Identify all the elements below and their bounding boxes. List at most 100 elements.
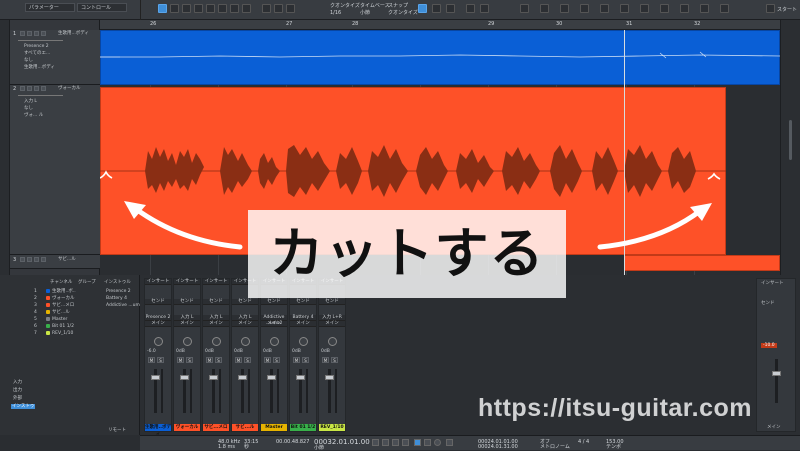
view-inspector-icon[interactable] <box>480 4 489 13</box>
mute-tool-icon[interactable] <box>218 4 227 13</box>
strip-output[interactable]: メイン <box>261 321 287 327</box>
strip-mute[interactable]: M <box>177 357 184 363</box>
chords-icon[interactable] <box>620 4 629 13</box>
strip-sends[interactable]: センド <box>203 299 229 305</box>
strip-fader-knob[interactable] <box>238 375 247 380</box>
mixer-strip[interactable]: インサートセンドAddictive ...ums2メイン0dBMSMaster <box>260 278 288 432</box>
markers-icon[interactable] <box>600 4 609 13</box>
strip-sends[interactable]: センド <box>145 299 171 305</box>
cloud-icon[interactable] <box>700 4 709 13</box>
channel-item[interactable]: サビ...ル <box>52 310 70 315</box>
start-page-icon[interactable] <box>766 4 775 13</box>
bend-tool-icon[interactable] <box>230 4 239 13</box>
strip-solo[interactable]: S <box>186 357 193 363</box>
track-header-2[interactable]: 2 ヴォーカル 入力 L なし ヴォ... ル <box>10 85 100 255</box>
side-instruments[interactable]: インストゥ <box>11 404 36 409</box>
record-button[interactable] <box>34 86 39 91</box>
strip-output[interactable]: メイン <box>174 321 200 327</box>
snap-toggle-icon[interactable] <box>418 4 427 13</box>
volume-slider[interactable] <box>18 40 63 41</box>
edit-c-icon[interactable] <box>286 4 295 13</box>
strip-solo[interactable]: S <box>244 357 251 363</box>
view-list-icon[interactable] <box>466 4 475 13</box>
solo-button[interactable] <box>27 257 32 262</box>
fastforward-button[interactable] <box>402 439 409 446</box>
stop-button[interactable] <box>414 439 421 446</box>
channel-item[interactable]: Master <box>52 317 67 322</box>
play-button[interactable] <box>424 439 431 446</box>
side-output[interactable]: 出力 <box>13 388 22 393</box>
strip-mute[interactable]: M <box>264 357 271 363</box>
monitor-button[interactable] <box>41 257 46 262</box>
listen-tool-icon[interactable] <box>242 4 251 13</box>
record-button[interactable] <box>34 257 39 262</box>
range-tool-icon[interactable] <box>170 4 179 13</box>
strip-inserts[interactable]: インサート <box>174 279 200 285</box>
mixer-strip[interactable]: インサートセンドPresence 2メイン-6.0MS生歌用..ボディ <box>144 278 172 437</box>
time-signature[interactable]: 4 / 4 <box>578 440 589 445</box>
strip-fader-knob[interactable] <box>151 375 160 380</box>
video-icon[interactable] <box>640 4 649 13</box>
back-button[interactable] <box>382 439 389 446</box>
strip-name[interactable]: REV_1/10 <box>319 424 345 431</box>
mute-button[interactable] <box>20 31 25 36</box>
strip-output[interactable]: メイン <box>290 321 316 327</box>
strip-solo[interactable]: S <box>302 357 309 363</box>
strip-mute[interactable]: M <box>206 357 213 363</box>
track-input[interactable]: すべてのエ... <box>24 51 50 56</box>
strip-fader-knob[interactable] <box>296 375 305 380</box>
pan-knob[interactable] <box>270 337 279 346</box>
track-name[interactable]: 生歌用...ボディ <box>58 31 89 36</box>
strip-output[interactable]: メイン <box>232 321 258 327</box>
solo-button[interactable] <box>27 31 32 36</box>
strip-mute[interactable]: M <box>322 357 329 363</box>
strip-inserts[interactable]: インサート <box>203 279 229 285</box>
vertical-scrollbar[interactable] <box>780 20 800 275</box>
scroll-icon[interactable] <box>540 4 549 13</box>
strip-sends[interactable]: センド <box>174 299 200 305</box>
side-external[interactable]: 外部 <box>13 396 22 401</box>
pan-knob[interactable] <box>212 337 221 346</box>
strip-sends[interactable]: センド <box>261 299 287 305</box>
pan-knob[interactable] <box>299 337 308 346</box>
strip-fader-knob[interactable] <box>325 375 334 380</box>
strip-solo[interactable]: S <box>157 357 164 363</box>
monitor-button[interactable] <box>41 31 46 36</box>
channel-item[interactable]: Bit 01 1/2 <box>52 324 74 329</box>
zoom-icon[interactable] <box>520 4 529 13</box>
strip-solo[interactable]: S <box>273 357 280 363</box>
strip-mute[interactable]: M <box>235 357 242 363</box>
quantize-value[interactable]: 1/16 <box>330 10 341 16</box>
remote-button[interactable]: リモート <box>108 428 126 433</box>
strip-fader-knob[interactable] <box>209 375 218 380</box>
mixer-strip[interactable]: インサート センド 入力 L メイン 0dB M S サビ...メロ <box>202 278 230 432</box>
track-output[interactable]: なし <box>24 58 33 63</box>
strip-sends[interactable]: センド <box>290 299 316 305</box>
split-tool-icon[interactable] <box>182 4 191 13</box>
mute-button[interactable] <box>20 86 25 91</box>
track-channel[interactable]: ヴォ... ル <box>24 113 43 118</box>
track-instrument[interactable]: Presence 2 <box>24 44 49 49</box>
edit-a-icon[interactable] <box>262 4 271 13</box>
timebase-value[interactable]: 小節 <box>360 10 370 16</box>
track-name[interactable]: サビ...ル <box>58 257 76 262</box>
track-input[interactable]: 入力 L <box>24 99 37 104</box>
instrument-item[interactable]: Presence 2 <box>106 289 131 294</box>
strip-sends[interactable]: センド <box>319 299 345 305</box>
record-button[interactable] <box>34 31 39 36</box>
volume-slider[interactable] <box>18 95 63 96</box>
strip-fader-knob[interactable] <box>180 375 189 380</box>
strip-output[interactable]: メイン <box>203 321 229 327</box>
strip-mute[interactable]: M <box>293 357 300 363</box>
track-name[interactable]: ヴォーカル <box>58 86 81 91</box>
forward-button[interactable] <box>392 439 399 446</box>
main-fader-knob[interactable] <box>772 371 781 376</box>
share-icon[interactable] <box>720 4 729 13</box>
lock-icon[interactable] <box>680 4 689 13</box>
mixer-strip[interactable]: インサートセンドBattery 4メイン0dBMSBit 01 1/2 <box>289 278 317 432</box>
layers-icon[interactable] <box>580 4 589 13</box>
mixer-strip[interactable]: インサート センド 入力 L メイン 0dB M S ヴォーカル <box>173 278 201 432</box>
scratch-icon[interactable] <box>660 4 669 13</box>
main-strip[interactable]: インサート センド -10.0 メイン <box>756 278 796 432</box>
track-channel[interactable]: 生歌用...ボディ <box>24 65 55 70</box>
